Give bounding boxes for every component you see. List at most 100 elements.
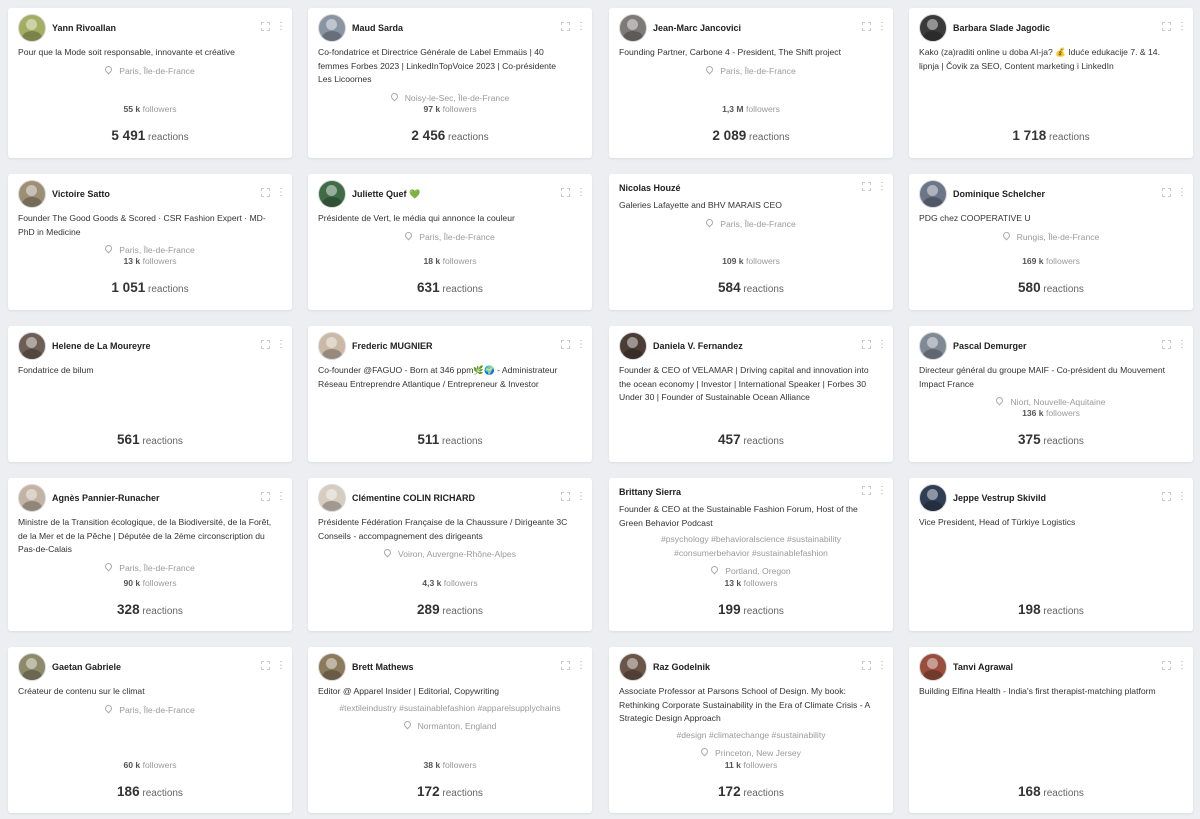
- profile-card[interactable]: Agnès Pannier-Runacher ⋮ Ministre de la Tr…: [8, 478, 292, 631]
- more-menu-icon[interactable]: ⋮: [1177, 661, 1187, 671]
- profile-card[interactable]: Juliette Quef 💚 ⋮ Présidente de Vert, le m…: [308, 174, 592, 310]
- profile-name[interactable]: Dominique Schelcher: [953, 189, 1045, 199]
- expand-icon[interactable]: [1162, 188, 1171, 197]
- expand-icon[interactable]: [561, 340, 570, 349]
- more-menu-icon[interactable]: ⋮: [1177, 492, 1187, 502]
- profile-name[interactable]: Gaetan Gabriele: [52, 662, 121, 672]
- profile-card[interactable]: Raz Godelnik ⋮ Associate Professor at Pars…: [609, 647, 893, 813]
- avatar[interactable]: [18, 653, 46, 681]
- more-menu-icon[interactable]: ⋮: [576, 188, 586, 198]
- avatar[interactable]: [18, 180, 46, 208]
- profile-card[interactable]: Helene de La Moureyre ⋮ Fondatrice de bilu…: [8, 326, 292, 462]
- headline-line: Vice President, Head of Türkiye Logistic…: [919, 517, 1076, 527]
- profile-name[interactable]: Raz Godelnik: [653, 662, 710, 672]
- avatar[interactable]: [919, 332, 947, 360]
- profile-card[interactable]: Barbara Slade Jagodic ⋮ Kako (za)raditi on…: [909, 8, 1193, 158]
- more-menu-icon[interactable]: ⋮: [276, 188, 286, 198]
- profile-name[interactable]: Victoire Satto: [52, 189, 110, 199]
- more-menu-icon[interactable]: ⋮: [276, 661, 286, 671]
- avatar[interactable]: [619, 332, 647, 360]
- profile-name[interactable]: Brett Mathews: [352, 662, 414, 672]
- profile-name[interactable]: Agnès Pannier-Runacher: [52, 493, 160, 503]
- avatar[interactable]: [619, 14, 647, 42]
- avatar[interactable]: [18, 484, 46, 512]
- expand-icon[interactable]: [862, 486, 871, 495]
- avatar[interactable]: [919, 14, 947, 42]
- profile-name[interactable]: Clémentine COLIN RICHARD: [352, 493, 475, 503]
- profile-name[interactable]: Jean-Marc Jancovici: [653, 23, 741, 33]
- expand-icon[interactable]: [561, 661, 570, 670]
- profile-card[interactable]: Maud Sarda ⋮ Co-fondatrice et Directrice G…: [308, 8, 592, 158]
- more-menu-icon[interactable]: ⋮: [1177, 188, 1187, 198]
- profile-card[interactable]: Brittany Sierra ⋮ Founder & CEO at the Sus…: [609, 478, 893, 631]
- profile-card[interactable]: Yann Rivoallan ⋮ Pour que la Mode soit res…: [8, 8, 292, 158]
- profile-card[interactable]: Nicolas Houzé ⋮ Galeries Lafayette and BHV…: [609, 174, 893, 310]
- expand-icon[interactable]: [261, 188, 270, 197]
- profile-name[interactable]: Maud Sarda: [352, 23, 403, 33]
- profile-card[interactable]: Clémentine COLIN RICHARD ⋮ Présidente Fédé…: [308, 478, 592, 631]
- profile-name[interactable]: Helene de La Moureyre: [52, 341, 151, 351]
- more-menu-icon[interactable]: ⋮: [276, 22, 286, 32]
- expand-icon[interactable]: [862, 661, 871, 670]
- profile-card[interactable]: Jeppe Vestrup Skivild ⋮ Vice President, He…: [909, 478, 1193, 631]
- more-menu-icon[interactable]: ⋮: [877, 661, 887, 671]
- avatar[interactable]: [619, 653, 647, 681]
- profile-card[interactable]: Frederic MUGNIER ⋮ Co-founder @FAGUO - Bor…: [308, 326, 592, 462]
- more-menu-icon[interactable]: ⋮: [576, 340, 586, 350]
- avatar[interactable]: [318, 14, 346, 42]
- more-menu-icon[interactable]: ⋮: [576, 492, 586, 502]
- profile-name[interactable]: Pascal Demurger: [953, 341, 1027, 351]
- more-menu-icon[interactable]: ⋮: [276, 340, 286, 350]
- more-menu-icon[interactable]: ⋮: [877, 486, 887, 496]
- more-menu-icon[interactable]: ⋮: [1177, 340, 1187, 350]
- more-menu-icon[interactable]: ⋮: [1177, 22, 1187, 32]
- expand-icon[interactable]: [561, 22, 570, 31]
- expand-icon[interactable]: [261, 22, 270, 31]
- profile-card[interactable]: Dominique Schelcher ⋮ PDG chez COOPERATIVE…: [909, 174, 1193, 310]
- avatar[interactable]: [318, 653, 346, 681]
- expand-icon[interactable]: [1162, 340, 1171, 349]
- expand-icon[interactable]: [561, 492, 570, 501]
- avatar[interactable]: [318, 180, 346, 208]
- avatar[interactable]: [318, 332, 346, 360]
- avatar[interactable]: [18, 14, 46, 42]
- avatar[interactable]: [318, 484, 346, 512]
- profile-card[interactable]: Victoire Satto ⋮ Founder The Good Goods & …: [8, 174, 292, 310]
- profile-name[interactable]: Jeppe Vestrup Skivild: [953, 493, 1046, 503]
- profile-card[interactable]: Tanvi Agrawal ⋮ Building Elfina Health - I…: [909, 647, 1193, 813]
- expand-icon[interactable]: [1162, 492, 1171, 501]
- profile-name[interactable]: Barbara Slade Jagodic: [953, 23, 1050, 33]
- expand-icon[interactable]: [1162, 22, 1171, 31]
- profile-name[interactable]: Daniela V. Fernandez: [653, 341, 743, 351]
- profile-card[interactable]: Daniela V. Fernandez ⋮ Founder & CEO of VE…: [609, 326, 893, 462]
- avatar[interactable]: [18, 332, 46, 360]
- expand-icon[interactable]: [261, 340, 270, 349]
- expand-icon[interactable]: [862, 340, 871, 349]
- profile-card[interactable]: Brett Mathews ⋮ Editor @ Apparel Insider |…: [308, 647, 592, 813]
- profile-name[interactable]: Frederic MUGNIER: [352, 341, 433, 351]
- avatar[interactable]: [919, 484, 947, 512]
- profile-card[interactable]: Gaetan Gabriele ⋮ Créateur de contenu sur …: [8, 647, 292, 813]
- avatar[interactable]: [919, 653, 947, 681]
- profile-name[interactable]: Tanvi Agrawal: [953, 662, 1013, 672]
- more-menu-icon[interactable]: ⋮: [877, 340, 887, 350]
- profile-name[interactable]: Yann Rivoallan: [52, 23, 116, 33]
- avatar[interactable]: [919, 180, 947, 208]
- expand-icon[interactable]: [862, 22, 871, 31]
- more-menu-icon[interactable]: ⋮: [576, 661, 586, 671]
- expand-icon[interactable]: [261, 661, 270, 670]
- more-menu-icon[interactable]: ⋮: [276, 492, 286, 502]
- expand-icon[interactable]: [261, 492, 270, 501]
- more-menu-icon[interactable]: ⋮: [576, 22, 586, 32]
- expand-icon[interactable]: [561, 188, 570, 197]
- more-menu-icon[interactable]: ⋮: [877, 22, 887, 32]
- reactions-count: 631 reactions: [308, 280, 592, 295]
- profile-name[interactable]: Nicolas Houzé: [619, 183, 681, 193]
- more-menu-icon[interactable]: ⋮: [877, 182, 887, 192]
- profile-card[interactable]: Jean-Marc Jancovici ⋮ Founding Partner, Ca…: [609, 8, 893, 158]
- expand-icon[interactable]: [1162, 661, 1171, 670]
- profile-name[interactable]: Juliette Quef 💚: [352, 189, 420, 200]
- profile-card[interactable]: Pascal Demurger ⋮ Directeur général du gro…: [909, 326, 1193, 462]
- profile-name[interactable]: Brittany Sierra: [619, 487, 681, 497]
- expand-icon[interactable]: [862, 182, 871, 191]
